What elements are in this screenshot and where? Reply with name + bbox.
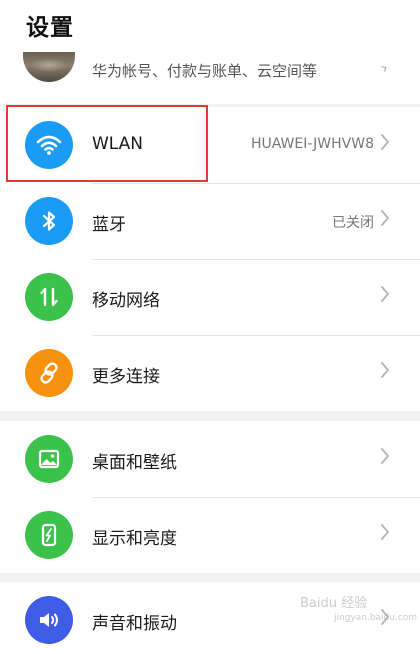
chevron-right-icon	[380, 209, 390, 231]
watermark-brand: Baidu 经验	[300, 596, 368, 611]
watermark: Baidu 经验 jingyan.baidu.com	[300, 596, 417, 626]
chevron-right-icon	[380, 447, 390, 469]
setting-wallpaper[interactable]: 桌面和壁纸	[0, 421, 420, 497]
setting-label: 蓝牙	[92, 215, 126, 235]
brightness-icon	[25, 511, 73, 559]
account-subtitle: 华为帐号、付款与账单、云空间等	[92, 62, 318, 80]
setting-bluetooth[interactable]: 蓝牙 已关闭	[0, 183, 420, 259]
account-header: 设置 华为帐号、付款与账单、云空间等 ›	[0, 0, 420, 104]
speaker-icon	[25, 596, 73, 644]
picture-icon	[25, 435, 73, 483]
setting-label: 更多连接	[92, 367, 160, 387]
wlan-highlight-box	[6, 105, 208, 182]
setting-label: 移动网络	[92, 291, 160, 311]
chevron-right-icon	[380, 361, 390, 383]
setting-display-brightness[interactable]: 显示和亮度	[0, 497, 420, 573]
page-title: 设置	[26, 15, 74, 41]
setting-more-connections[interactable]: 更多连接	[0, 335, 420, 411]
bluetooth-icon	[25, 197, 73, 245]
chevron-right-icon: ›	[376, 57, 392, 78]
link-icon	[25, 349, 73, 397]
chevron-right-icon	[380, 523, 390, 545]
setting-label: 声音和振动	[92, 614, 177, 634]
mobile-data-icon	[25, 273, 73, 321]
setting-label: 显示和亮度	[92, 529, 177, 549]
wlan-network-name: HUAWEI-JWHVW8	[250, 136, 374, 152]
avatar	[23, 52, 75, 82]
settings-group-display: 桌面和壁纸 显示和亮度	[0, 421, 420, 573]
bluetooth-status: 已关闭	[332, 215, 374, 231]
setting-mobile-network[interactable]: 移动网络	[0, 259, 420, 335]
watermark-url: jingyan.baidu.com	[334, 613, 418, 623]
chevron-right-icon	[380, 133, 390, 155]
chevron-right-icon	[380, 285, 390, 307]
setting-label: 桌面和壁纸	[92, 453, 177, 473]
